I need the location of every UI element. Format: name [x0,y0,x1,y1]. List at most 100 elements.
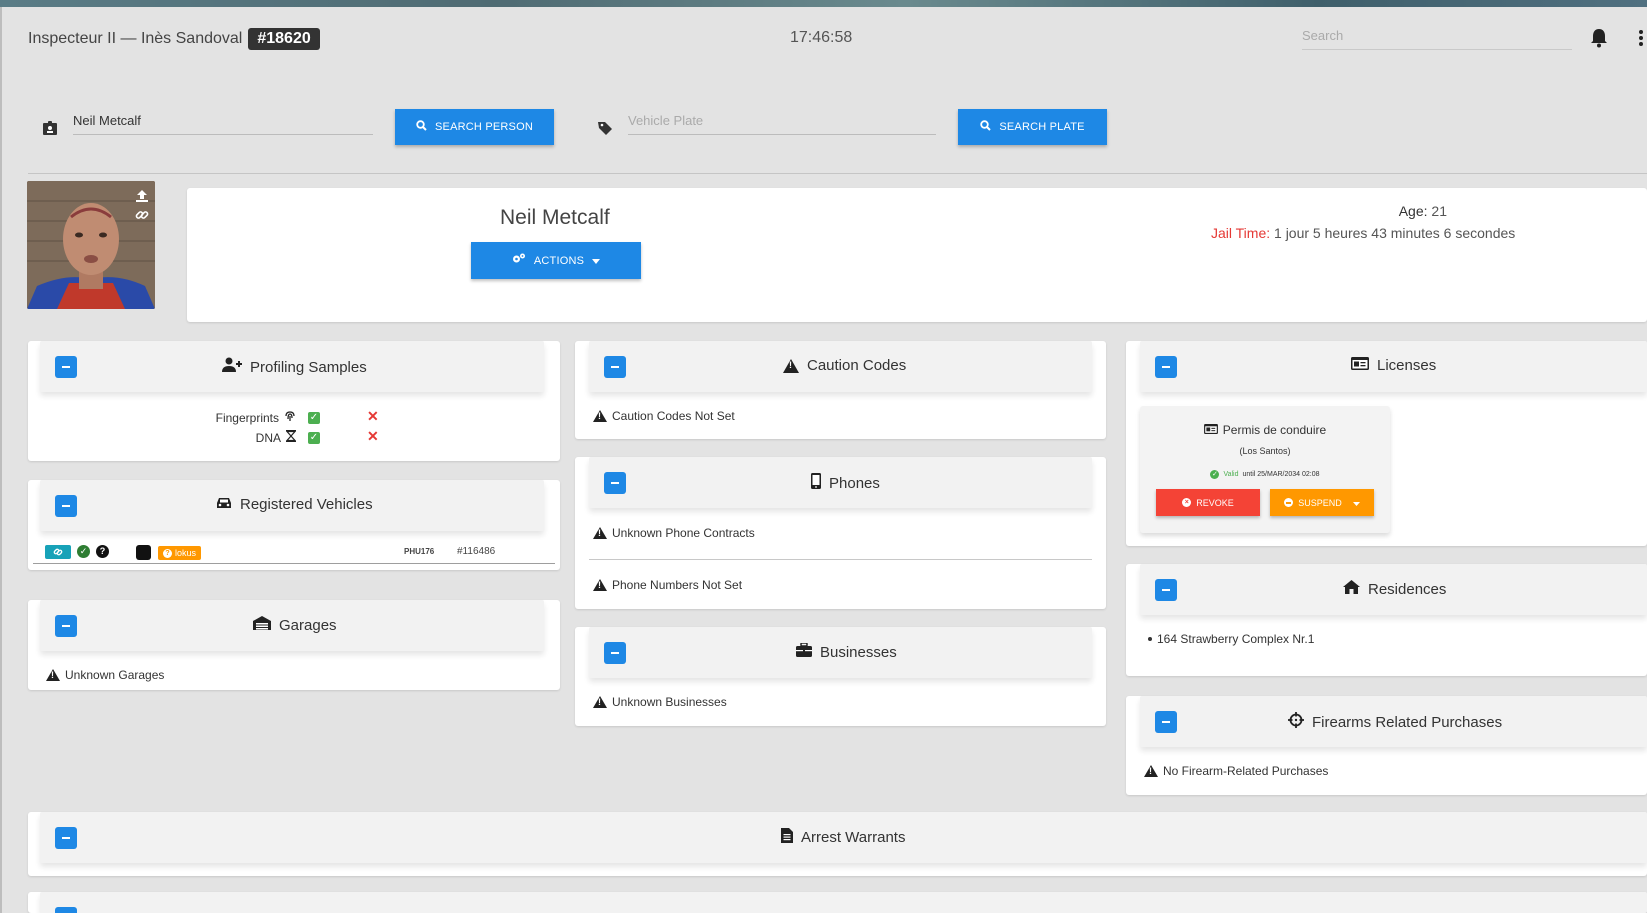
search-person-button[interactable]: SEARCH PERSON [395,109,554,145]
dna-check-icon[interactable]: ✓ [308,432,320,444]
fingerprints-cross-icon[interactable]: ✕ [367,408,379,425]
link-icon[interactable] [135,208,149,222]
license-validity: ✓ Valid until 25/MAR/2034 02:08 [1140,470,1390,479]
actions-button[interactable]: ACTIONS [471,242,641,279]
revoke-button[interactable]: × REVOKE [1156,489,1260,516]
collapse-warrants-button[interactable] [55,827,77,849]
garages-card: Garages Unknown Garages [28,600,560,690]
search-plate-button[interactable]: SEARCH PLATE [958,109,1107,145]
vehicle-color-swatch [136,545,151,560]
suspend-label: SUSPEND [1298,497,1342,508]
person-search-input[interactable]: Neil Metcalf [73,113,373,135]
officer-title: Inspecteur II — Inès Sandoval #18620 [28,28,320,50]
firearms-card: Firearms Related Purchases No Firearm-Re… [1126,696,1647,795]
vehicle-ok-icon: ✓ [77,545,90,558]
revoke-label: REVOKE [1196,497,1234,508]
warrants-title: Arrest Warrants [801,829,906,846]
businesses-empty: Unknown Businesses [612,695,727,709]
search-plate-label: SEARCH PLATE [999,121,1085,133]
id-card-icon [1351,357,1369,374]
vehicle-row[interactable]: ✓ ? ? lokus PHU176 #116486 [33,542,555,564]
phones-title-wrap: Phones [811,473,880,493]
phones-header[interactable]: Phones [589,457,1092,508]
phone-contracts-empty: Unknown Phone Contracts [612,526,755,540]
licenses-header[interactable]: Licenses [1140,341,1647,392]
bell-icon[interactable] [1590,28,1608,48]
fingerprints-check-icon[interactable]: ✓ [308,412,320,424]
garages-title: Garages [279,616,337,634]
fingerprint-icon [284,410,296,425]
fingerprints-row: Fingerprints [186,410,296,425]
window-top-strip [0,0,1647,7]
caution-card: Caution Codes Caution Codes Not Set [575,341,1106,439]
license-region: (Los Santos) [1239,446,1291,456]
collapse-vehicles-button[interactable] [55,495,77,517]
vehicle-link-icon[interactable] [45,545,71,559]
residences-header[interactable]: Residences [1140,564,1647,615]
car-icon [216,496,232,513]
home-icon [1343,580,1360,598]
suspend-button[interactable]: SUSPEND [1270,489,1374,516]
garages-header[interactable]: Garages [40,600,544,651]
id-card-icon [1203,423,1218,437]
collapse-firearms-button[interactable] [1155,711,1177,733]
age-value: 21 [1431,203,1447,219]
collapse-garages-button[interactable] [55,615,77,637]
businesses-empty-row: Unknown Businesses [593,695,727,709]
residence-item[interactable]: 164 Strawberry Complex Nr.1 [1148,632,1314,646]
firearms-header[interactable]: Firearms Related Purchases [1140,696,1647,747]
global-search-input[interactable]: Search [1302,28,1572,50]
collapse-licenses-button[interactable] [1155,356,1177,378]
kebab-menu-icon[interactable] [1638,29,1644,47]
warning-icon [593,696,607,708]
warning-icon [593,527,607,539]
collapse-residences-button[interactable] [1155,579,1177,601]
license-name-row: Permis de conduire [1140,423,1390,437]
firearms-title-wrap: Firearms Related Purchases [1288,712,1502,732]
vehicle-model: lokus [175,548,197,558]
collapse-profiling-button[interactable] [55,356,77,378]
collapse-businesses-button[interactable] [604,642,626,664]
collapse-caution-button[interactable] [604,356,626,378]
phone-numbers-empty: Phone Numbers Not Set [612,578,743,592]
search-icon [980,120,992,134]
license-valid-date: until 25/MAR/2034 02:08 [1242,471,1320,478]
plate-search-input[interactable]: Vehicle Plate [628,113,936,135]
dna-cross-icon[interactable]: ✕ [367,428,379,445]
licenses-title: Licenses [1377,357,1437,374]
firearms-title: Firearms Related Purchases [1312,713,1503,731]
caution-title-wrap: Caution Codes [783,357,906,374]
vehicles-card: Registered Vehicles ✓ ? ? lokus PHU176 #… [28,480,560,570]
businesses-header[interactable]: Businesses [589,627,1092,678]
actions-label: ACTIONS [533,254,585,267]
crosshairs-icon [1288,712,1304,732]
residences-title: Residences [1368,580,1447,598]
license-name: Permis de conduire [1222,423,1327,437]
vehicles-header[interactable]: Registered Vehicles [40,480,544,531]
age-row: Age: 21 [1247,203,1447,219]
phones-card: Phones Unknown Phone Contracts Phone Num… [575,457,1106,609]
warrants-header[interactable]: Arrest Warrants [40,812,1647,863]
bullet [1148,637,1152,641]
caution-empty: Caution Codes Not Set [612,409,735,423]
age-label: Age: [1398,203,1428,219]
fingerprints-label: Fingerprints [215,410,279,425]
garages-empty: Unknown Garages [65,668,165,682]
clock: 17:46:58 [790,29,853,46]
phones-divider [589,559,1092,560]
mobile-phone-icon [811,473,821,493]
upload-icon[interactable] [135,189,149,203]
collapse-next-section-button[interactable] [55,907,77,913]
jail-time-row: Jail Time: 1 jour 5 heures 43 minutes 6 … [1211,225,1515,241]
warrants-card: Arrest Warrants [28,812,1647,876]
next-section-header[interactable] [40,892,1647,913]
caution-header[interactable]: Caution Codes [589,341,1092,392]
tag-icon [597,120,613,136]
jail-time-label: Jail Time: [1211,225,1271,241]
profiling-header[interactable]: Profiling Samples [40,341,544,392]
question-circle-icon: ? [163,548,172,558]
briefcase-icon [796,642,812,661]
collapse-phones-button[interactable] [604,472,626,494]
licenses-card: Licenses Permis de conduire (Los Santos)… [1126,341,1647,546]
file-icon [781,828,793,847]
